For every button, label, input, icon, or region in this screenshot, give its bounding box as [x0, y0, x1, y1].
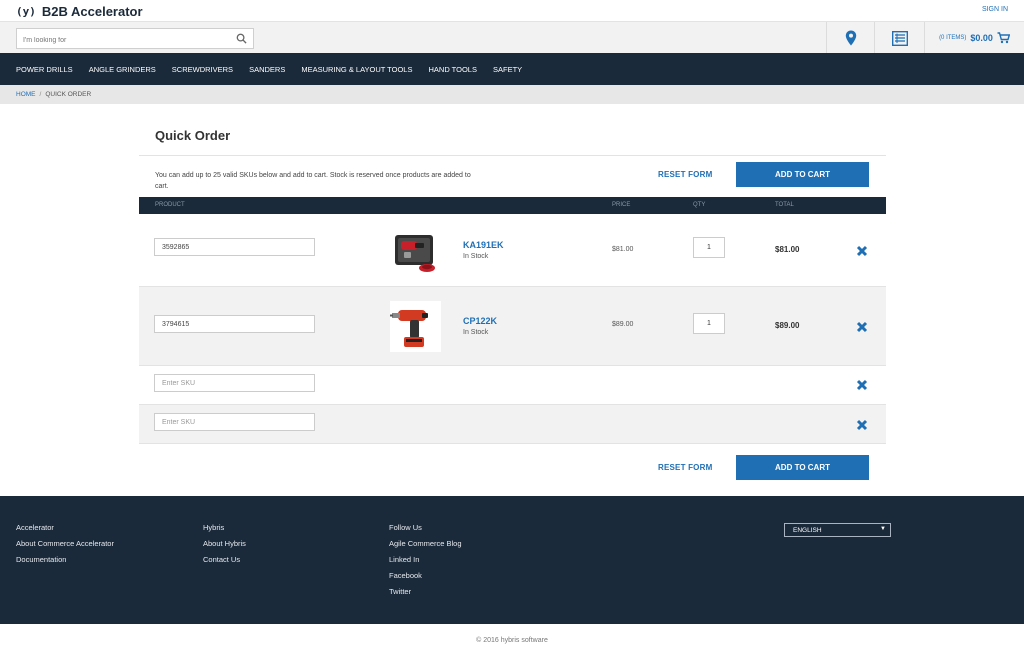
remove-row-icon[interactable]: [856, 379, 868, 391]
reset-form-button-bottom[interactable]: RESET FORM: [658, 463, 712, 472]
footer-column-follow-us: Follow Us Agile Commerce Blog Linked In …: [389, 523, 462, 603]
footer-link-agile-commerce-blog[interactable]: Agile Commerce Blog: [389, 539, 462, 555]
language-select[interactable]: ENGLISH ▼: [784, 523, 891, 537]
breadcrumb: HOME / QUICK ORDER: [0, 85, 1024, 104]
cart-total: $0.00: [970, 33, 993, 43]
footer-link-about-commerce-accelerator[interactable]: About Commerce Accelerator: [16, 539, 114, 555]
nav-item-screwdrivers[interactable]: SCREWDRIVERS: [172, 65, 233, 74]
stock-status: In Stock: [463, 329, 489, 336]
map-pin-icon: [845, 30, 856, 46]
mini-cart[interactable]: (0 ITEMS) $0.00: [924, 22, 1024, 54]
footer-link-linked-in[interactable]: Linked In: [389, 555, 462, 571]
store-finder-button[interactable]: [826, 22, 874, 54]
reset-form-button-top[interactable]: RESET FORM: [658, 170, 712, 179]
product-image-grinder-kit[interactable]: [390, 225, 441, 276]
unit-price: $89.00: [612, 321, 634, 328]
cart-icon: [997, 32, 1010, 44]
footer-link-accelerator[interactable]: Accelerator: [16, 523, 114, 539]
table-row: KA191EK In Stock $81.00 $81.00: [139, 214, 886, 287]
table-row: [139, 366, 886, 405]
category-nav: POWER DRILLS ANGLE GRINDERS SCREWDRIVERS…: [0, 53, 1024, 85]
site-logo[interactable]: (y) B2B Accelerator: [16, 4, 143, 19]
logo-mark: (y): [16, 5, 36, 18]
column-header-product: PRODUCT: [155, 202, 185, 208]
row-total: $81.00: [775, 245, 800, 254]
column-header-total: TOTAL: [775, 202, 794, 208]
footer-link-about-hybris[interactable]: About Hybris: [203, 539, 246, 555]
footer-link-twitter[interactable]: Twitter: [389, 587, 462, 603]
remove-row-icon[interactable]: [856, 321, 868, 333]
breadcrumb-separator: /: [39, 91, 42, 98]
nav-item-safety[interactable]: SAFETY: [493, 65, 522, 74]
sku-input[interactable]: [154, 413, 315, 431]
language-selected: ENGLISH: [793, 526, 822, 534]
add-to-cart-button-top[interactable]: ADD TO CART: [736, 162, 869, 187]
footer-link-contact-us[interactable]: Contact Us: [203, 555, 246, 571]
search-input[interactable]: [17, 31, 227, 50]
nav-item-sanders[interactable]: SANDERS: [249, 65, 285, 74]
sku-input[interactable]: [154, 315, 315, 333]
sku-input[interactable]: [154, 238, 315, 256]
quick-list-button[interactable]: [874, 22, 924, 54]
product-code-link[interactable]: KA191EK: [463, 240, 504, 250]
cart-item-count: (0 ITEMS): [939, 35, 967, 41]
column-header-qty: QTY: [693, 202, 706, 208]
title-divider: [139, 155, 886, 156]
list-icon: [891, 30, 908, 46]
footer-link-hybris[interactable]: Hybris: [203, 523, 246, 539]
top-bar: (y) B2B Accelerator SIGN IN: [0, 0, 1024, 21]
footer-link-follow-us[interactable]: Follow Us: [389, 523, 462, 539]
nav-item-hand-tools[interactable]: HAND TOOLS: [428, 65, 477, 74]
search-row: (0 ITEMS) $0.00: [0, 21, 1024, 54]
search-box: [16, 28, 254, 50]
footer-link-facebook[interactable]: Facebook: [389, 571, 462, 587]
nav-item-power-drills[interactable]: POWER DRILLS: [16, 65, 73, 74]
chevron-down-icon: ▼: [880, 526, 886, 532]
footer-link-documentation[interactable]: Documentation: [16, 555, 114, 571]
copyright-text: © 2016 hybris software: [476, 637, 548, 644]
remove-row-icon[interactable]: [856, 245, 868, 257]
table-header: PRODUCT PRICE QTY TOTAL: [139, 197, 886, 214]
breadcrumb-current: QUICK ORDER: [45, 91, 92, 98]
page-title: Quick Order: [155, 128, 231, 143]
unit-price: $81.00: [612, 246, 634, 253]
quick-order-intro: You can add up to 25 valid SKUs below an…: [155, 172, 471, 190]
sku-input[interactable]: [154, 374, 315, 392]
quantity-input[interactable]: [693, 237, 725, 258]
breadcrumb-home[interactable]: HOME: [16, 91, 36, 98]
nav-item-measuring-layout-tools[interactable]: MEASURING & LAYOUT TOOLS: [301, 65, 412, 74]
quantity-input[interactable]: [693, 313, 725, 334]
logo-text: B2B Accelerator: [41, 4, 143, 19]
site-footer: Accelerator About Commerce Accelerator D…: [0, 496, 1024, 624]
row-total: $89.00: [775, 321, 800, 330]
nav-item-angle-grinders[interactable]: ANGLE GRINDERS: [89, 65, 156, 74]
table-row: [139, 405, 886, 444]
column-header-price: PRICE: [612, 202, 631, 208]
product-code-link[interactable]: CP122K: [463, 316, 497, 326]
search-icon[interactable]: [236, 33, 247, 44]
remove-row-icon[interactable]: [856, 419, 868, 431]
add-to-cart-button-bottom[interactable]: ADD TO CART: [736, 455, 869, 480]
stock-status: In Stock: [463, 253, 489, 260]
product-image-cordless-drill[interactable]: [390, 301, 441, 352]
sign-in-link[interactable]: SIGN IN: [982, 6, 1008, 13]
footer-column-hybris: Hybris About Hybris Contact Us: [203, 523, 246, 571]
footer-column-accelerator: Accelerator About Commerce Accelerator D…: [16, 523, 114, 571]
table-row: CP122K In Stock $89.00 $89.00: [139, 287, 886, 366]
